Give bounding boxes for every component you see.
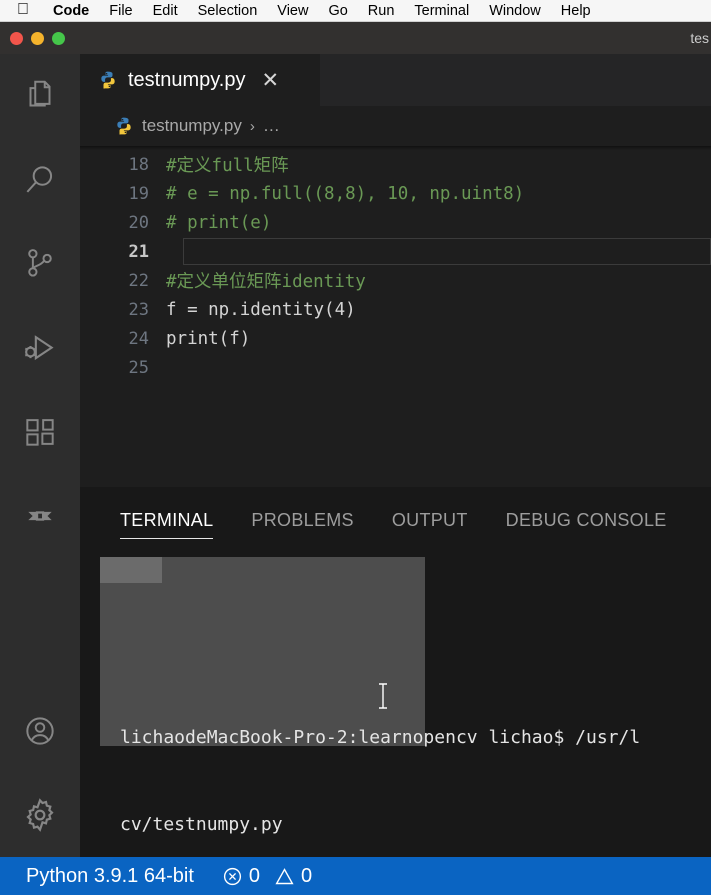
code-editor[interactable]: 18 #定义full矩阵 19 # e = np.full((8,8), 10,…	[80, 146, 711, 382]
editor-tab-bar: testnumpy.py ✕	[80, 54, 711, 106]
line-content: #定义full矩阵	[166, 156, 289, 176]
terminal-selection-anchor	[100, 557, 162, 583]
menu-item-go[interactable]: Go	[318, 0, 357, 21]
menu-item-edit[interactable]: Edit	[143, 0, 188, 21]
line-content: # e = np.full((8,8), 10, np.uint8)	[166, 183, 525, 204]
status-python-version[interactable]: Python 3.9.1 64-bit	[26, 865, 194, 888]
line-number: 20	[128, 212, 149, 233]
run-and-debug-icon[interactable]	[0, 306, 80, 390]
terminal-line: cv/testnumpy.py	[120, 814, 283, 835]
status-bar: Python 3.9.1 64-bit 0 0	[0, 857, 711, 895]
window-controls	[10, 31, 65, 45]
search-icon[interactable]	[0, 138, 80, 222]
code-line[interactable]: 23 f = np.identity(4)	[80, 295, 711, 324]
breadcrumb: testnumpy.py › …	[80, 106, 711, 146]
python-breadcrumb-icon	[117, 117, 131, 135]
line-number: 19	[128, 183, 149, 204]
menu-item-view[interactable]: View	[267, 0, 318, 21]
line-number: 21	[128, 241, 149, 262]
remote-explorer-icon[interactable]	[0, 474, 80, 558]
menu-item-run[interactable]: Run	[358, 0, 405, 21]
menu-item-selection[interactable]: Selection	[188, 0, 268, 21]
tab-terminal[interactable]: TERMINAL	[120, 510, 214, 543]
bottom-panel: TERMINAL PROBLEMS OUTPUT DEBUG CONSOLE l…	[80, 487, 711, 857]
line-content: f = np.identity(4)	[166, 299, 356, 320]
editor-tab-bar-empty	[320, 54, 711, 106]
code-line[interactable]: 18 #定义full矩阵	[80, 150, 711, 179]
line-content: print(f)	[166, 328, 251, 349]
line-number: 24	[128, 328, 149, 349]
account-icon[interactable]	[0, 689, 80, 773]
menu-item-terminal[interactable]: Terminal	[404, 0, 479, 21]
editor-tab-testnumpy[interactable]: testnumpy.py ✕	[80, 54, 320, 106]
terminal-output[interactable]: lichaodeMacBook-Pro-2:learnopencv lichao…	[80, 543, 711, 857]
line-number: 22	[128, 270, 149, 291]
code-line-active[interactable]: 21	[80, 237, 711, 266]
line-content: #定义单位矩阵identity	[166, 272, 366, 292]
close-window-button[interactable]	[10, 31, 23, 45]
tab-output[interactable]: OUTPUT	[392, 510, 468, 543]
menu-item-window[interactable]: Window	[479, 0, 551, 21]
macos-menu-bar:  Code File Edit Selection View Go Run T…	[0, 0, 711, 22]
extensions-icon[interactable]	[0, 390, 80, 474]
warning-count: 0	[301, 864, 313, 887]
explorer-icon[interactable]	[0, 54, 80, 138]
error-count: 0	[248, 864, 261, 887]
code-line[interactable]: 20 # print(e)	[80, 208, 711, 237]
window-title: tes	[690, 30, 709, 46]
tab-debug-console[interactable]: DEBUG CONSOLE	[506, 510, 667, 543]
code-line[interactable]: 19 # e = np.full((8,8), 10, np.uint8)	[80, 179, 711, 208]
line-number: 25	[128, 357, 149, 378]
maximize-window-button[interactable]	[52, 31, 65, 45]
breadcrumb-file[interactable]: testnumpy.py	[142, 116, 242, 136]
line-content: # print(e)	[166, 212, 272, 233]
error-icon	[223, 867, 241, 885]
line-number: 23	[128, 299, 149, 320]
settings-gear-icon[interactable]	[0, 773, 80, 857]
tab-problems[interactable]: PROBLEMS	[251, 510, 353, 543]
terminal-line: lichaodeMacBook-Pro-2:learnopencv lichao…	[120, 727, 641, 748]
vscode-window:  Code File Edit Selection View Go Run T…	[0, 0, 711, 895]
menu-item-file[interactable]: File	[99, 0, 142, 21]
menu-item-help[interactable]: Help	[551, 0, 601, 21]
apple-logo-icon[interactable]: 	[17, 0, 29, 21]
chevron-right-icon: ›	[249, 117, 255, 135]
panel-tab-bar: TERMINAL PROBLEMS OUTPUT DEBUG CONSOLE	[80, 487, 711, 543]
python-file-icon	[101, 71, 115, 89]
line-content	[183, 238, 711, 265]
warning-icon	[275, 867, 294, 884]
window-title-bar: tes	[0, 22, 711, 54]
source-control-icon[interactable]	[0, 222, 80, 306]
code-line[interactable]: 24 print(f)	[80, 324, 711, 353]
status-diagnostics[interactable]: 0 0	[222, 865, 312, 888]
editor-tab-label: testnumpy.py	[128, 68, 246, 91]
breadcrumb-more[interactable]: …	[263, 116, 280, 136]
code-line[interactable]: 22 #定义单位矩阵identity	[80, 266, 711, 295]
minimize-window-button[interactable]	[31, 31, 44, 45]
text-ibeam-cursor	[379, 683, 387, 709]
editor-region: testnumpy.py ✕ testnumpy.py › … 18 #定义fu…	[80, 54, 711, 487]
line-number: 18	[128, 154, 149, 175]
close-icon[interactable]: ✕	[261, 70, 279, 91]
code-line[interactable]: 25	[80, 353, 711, 382]
menu-item-code[interactable]: Code	[43, 0, 99, 21]
activity-bar	[0, 54, 80, 857]
